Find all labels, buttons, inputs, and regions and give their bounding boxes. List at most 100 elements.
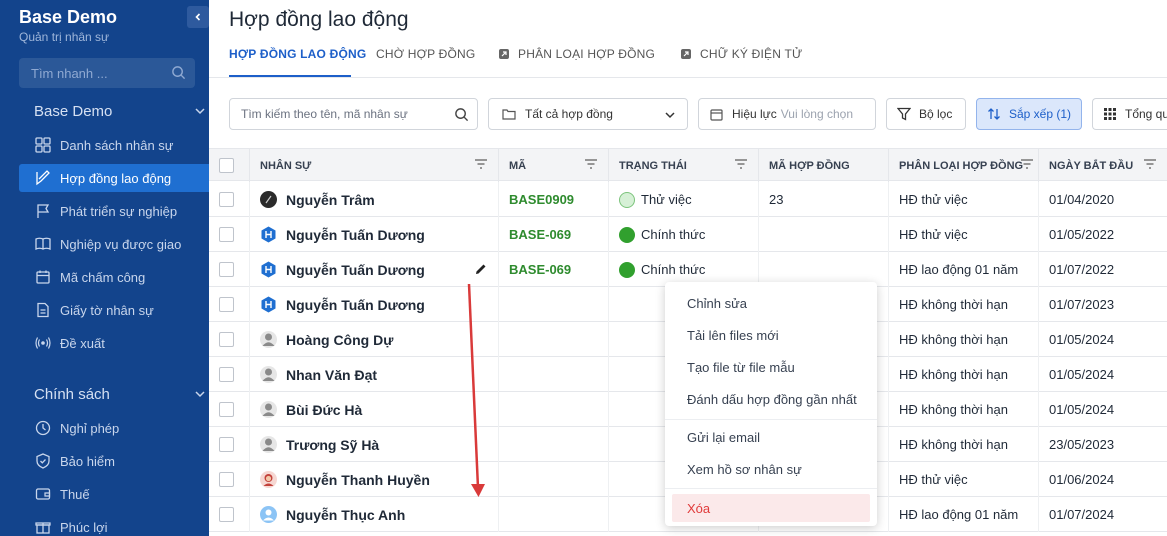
employee-cell[interactable]: Nguyễn Tuấn Dương xyxy=(249,252,498,287)
employee-name[interactable]: Nguyễn Tuấn Dương xyxy=(286,227,425,243)
employee-cell[interactable]: Trương Sỹ Hà xyxy=(249,427,498,462)
tab-phan-loai-hop-dong[interactable]: PHÂN LOẠI HỢP ĐỒNG xyxy=(498,47,655,61)
column-header-ma[interactable]: MÃ xyxy=(498,149,608,182)
delete-label: Xóa xyxy=(687,501,711,516)
sidebar-item-label: Đề xuất xyxy=(60,335,105,351)
section-base-demo[interactable]: Base Demo xyxy=(34,103,112,120)
row-checkbox[interactable] xyxy=(219,332,234,347)
filter-lines-icon[interactable] xyxy=(1020,159,1034,169)
sidebar-item-3[interactable]: Nghiệp vụ được giao xyxy=(19,230,209,258)
sidebar-item-1[interactable]: Bảo hiểm xyxy=(19,447,209,475)
tab-label: CHỮ KÝ ĐIỆN TỬ xyxy=(700,47,803,61)
row-checkbox[interactable] xyxy=(219,472,234,487)
calendar-icon xyxy=(34,268,52,286)
row-select-cell xyxy=(209,217,249,252)
sidebar-item-2[interactable]: Thuế xyxy=(19,480,209,508)
employee-name[interactable]: Nguyễn Thục Anh xyxy=(286,507,405,523)
row-checkbox[interactable] xyxy=(219,367,234,382)
employee-name[interactable]: Bùi Đức Hà xyxy=(286,402,362,418)
employee-cell[interactable]: Nguyễn Thanh Huyền xyxy=(249,462,498,497)
employee-cell[interactable]: Nhan Văn Đạt xyxy=(249,357,498,392)
contract-number: 23 xyxy=(769,192,784,207)
chevron-down-icon[interactable] xyxy=(195,390,205,398)
code-cell xyxy=(498,497,608,532)
filter-lines-icon[interactable] xyxy=(584,159,598,169)
employee-name[interactable]: Nguyễn Trâm xyxy=(286,192,375,208)
sidebar-item-4[interactable]: Mã chấm công xyxy=(19,263,209,291)
row-checkbox[interactable] xyxy=(219,227,234,242)
row-checkbox[interactable] xyxy=(219,262,234,277)
row-checkbox[interactable] xyxy=(219,402,234,417)
status-cell: Chính thức xyxy=(608,217,758,252)
start-date: 01/07/2024 xyxy=(1049,507,1115,522)
tab-chu-ky-dien-tu[interactable]: CHỮ KÝ ĐIỆN TỬ xyxy=(680,47,802,61)
employee-cell[interactable]: Hoàng Công Dự xyxy=(249,322,498,357)
row-checkbox[interactable] xyxy=(219,192,234,207)
filter-button[interactable]: Bộ lọc xyxy=(886,98,966,130)
employee-name[interactable]: Hoàng Công Dự xyxy=(286,332,393,348)
select-all-checkbox[interactable] xyxy=(219,158,234,173)
filter-lines-icon[interactable] xyxy=(734,159,748,169)
menu-item-resend-email[interactable]: Gửi lại email xyxy=(687,430,760,445)
employee-cell[interactable]: Nguyễn Tuấn Dương xyxy=(249,287,498,322)
sidebar-item-2[interactable]: Phát triển sự nghiệp xyxy=(19,197,209,225)
column-header-ma-hop-dong[interactable]: MÃ HỢP ĐỒNG xyxy=(758,149,888,182)
menu-item-view-profile[interactable]: Xem hồ sơ nhân sự xyxy=(687,462,802,477)
filter-lines-icon[interactable] xyxy=(474,159,488,169)
contract-type-cell: HĐ lao động 01 năm xyxy=(888,497,1038,532)
employee-name[interactable]: Nguyễn Tuấn Dương xyxy=(286,262,425,278)
column-header-trang-thai[interactable]: TRẠNG THÁI xyxy=(608,149,758,182)
section-chinh-sach[interactable]: Chính sách xyxy=(34,386,110,403)
search-icon xyxy=(172,66,186,80)
employee-cell[interactable]: Nguyễn Trâm xyxy=(249,182,498,217)
sidebar-item-6[interactable]: Đề xuất xyxy=(19,329,209,357)
sidebar-item-5[interactable]: Giấy tờ nhân sự xyxy=(19,296,209,324)
chevron-down-icon[interactable] xyxy=(195,107,205,115)
employee-cell[interactable]: Nguyễn Tuấn Dương xyxy=(249,217,498,252)
start-date: 01/06/2024 xyxy=(1049,472,1115,487)
row-checkbox[interactable] xyxy=(219,437,234,452)
start-date-cell: 23/05/2023 xyxy=(1038,427,1167,462)
menu-item-upload-files[interactable]: Tải lên files mới xyxy=(687,328,779,343)
employee-cell[interactable]: Nguyễn Thục Anh xyxy=(249,497,498,532)
table-row[interactable]: Nguyễn Trâm BASE0909 Thử việc 23 HĐ thử việc… xyxy=(209,182,1167,217)
row-select-cell xyxy=(209,287,249,322)
total-button[interactable]: Tổng qu xyxy=(1092,98,1167,130)
column-header-phan-loai[interactable]: PHÂN LOẠI HỢP ĐỒNG xyxy=(888,149,1038,182)
sidebar-item-label: Giấy tờ nhân sự xyxy=(60,302,154,318)
sidebar-item-1[interactable]: Hợp đồng lao động xyxy=(19,164,209,192)
contract-filter-select[interactable]: Tất cả hợp đồng xyxy=(488,98,688,130)
employee-name[interactable]: Trương Sỹ Hà xyxy=(286,437,379,453)
tab-cho-hop-dong[interactable]: CHỜ HỢP ĐỒNG xyxy=(376,47,475,61)
employee-name[interactable]: Nhan Văn Đạt xyxy=(286,367,377,383)
sidebar-item-3[interactable]: Phúc lợi xyxy=(19,513,209,536)
table-row[interactable]: Nguyễn Tuấn Dương BASE-069 Chính thức HĐ th… xyxy=(209,217,1167,252)
menu-item-edit[interactable]: Chỉnh sửa xyxy=(687,296,747,311)
menu-item-mark-latest[interactable]: Đánh dấu hợp đồng gần nhất xyxy=(687,392,857,407)
filter-lines-icon[interactable] xyxy=(1143,159,1157,169)
contract-type-cell: HĐ không thời hạn xyxy=(888,357,1038,392)
column-header-ngay-bat-dau[interactable]: NGÀY BẮT ĐẦU xyxy=(1038,149,1167,182)
menu-item-create-from-template[interactable]: Tạo file từ file mẫu xyxy=(687,360,795,375)
employee-name[interactable]: Nguyễn Thanh Huyền xyxy=(286,472,430,488)
tab-hop-dong-lao-dong[interactable]: HỢP ĐỒNG LAO ĐỘNG xyxy=(229,47,366,61)
column-header-label: NHÂN SỰ xyxy=(260,159,312,172)
employee-name[interactable]: Nguyễn Tuấn Dương xyxy=(286,297,425,313)
row-checkbox[interactable] xyxy=(219,297,234,312)
code-cell: BASE-069 xyxy=(498,217,608,252)
status-badge: Chính thức xyxy=(641,227,706,242)
menu-item-delete[interactable]: Xóa xyxy=(672,494,870,522)
sort-button[interactable]: Sắp xếp (1) xyxy=(976,98,1082,130)
row-select-cell xyxy=(209,322,249,357)
sidebar-item-0[interactable]: Danh sách nhân sự xyxy=(19,131,209,159)
column-header-nhan-su[interactable]: NHÂN SỰ xyxy=(249,149,498,182)
effective-date-picker[interactable]: Hiệu lực Vui lòng chọn xyxy=(698,98,876,130)
contract-type: HĐ thử việc xyxy=(899,227,968,242)
edit-pencil-icon[interactable] xyxy=(474,262,488,276)
quick-search-input[interactable]: Tìm nhanh ... xyxy=(19,58,195,88)
employee-search-input[interactable]: Tìm kiếm theo tên, mã nhân sự xyxy=(229,98,478,130)
collapse-sidebar-button[interactable] xyxy=(187,6,209,28)
sidebar-item-0[interactable]: Nghỉ phép xyxy=(19,414,209,442)
employee-cell[interactable]: Bùi Đức Hà xyxy=(249,392,498,427)
row-checkbox[interactable] xyxy=(219,507,234,522)
